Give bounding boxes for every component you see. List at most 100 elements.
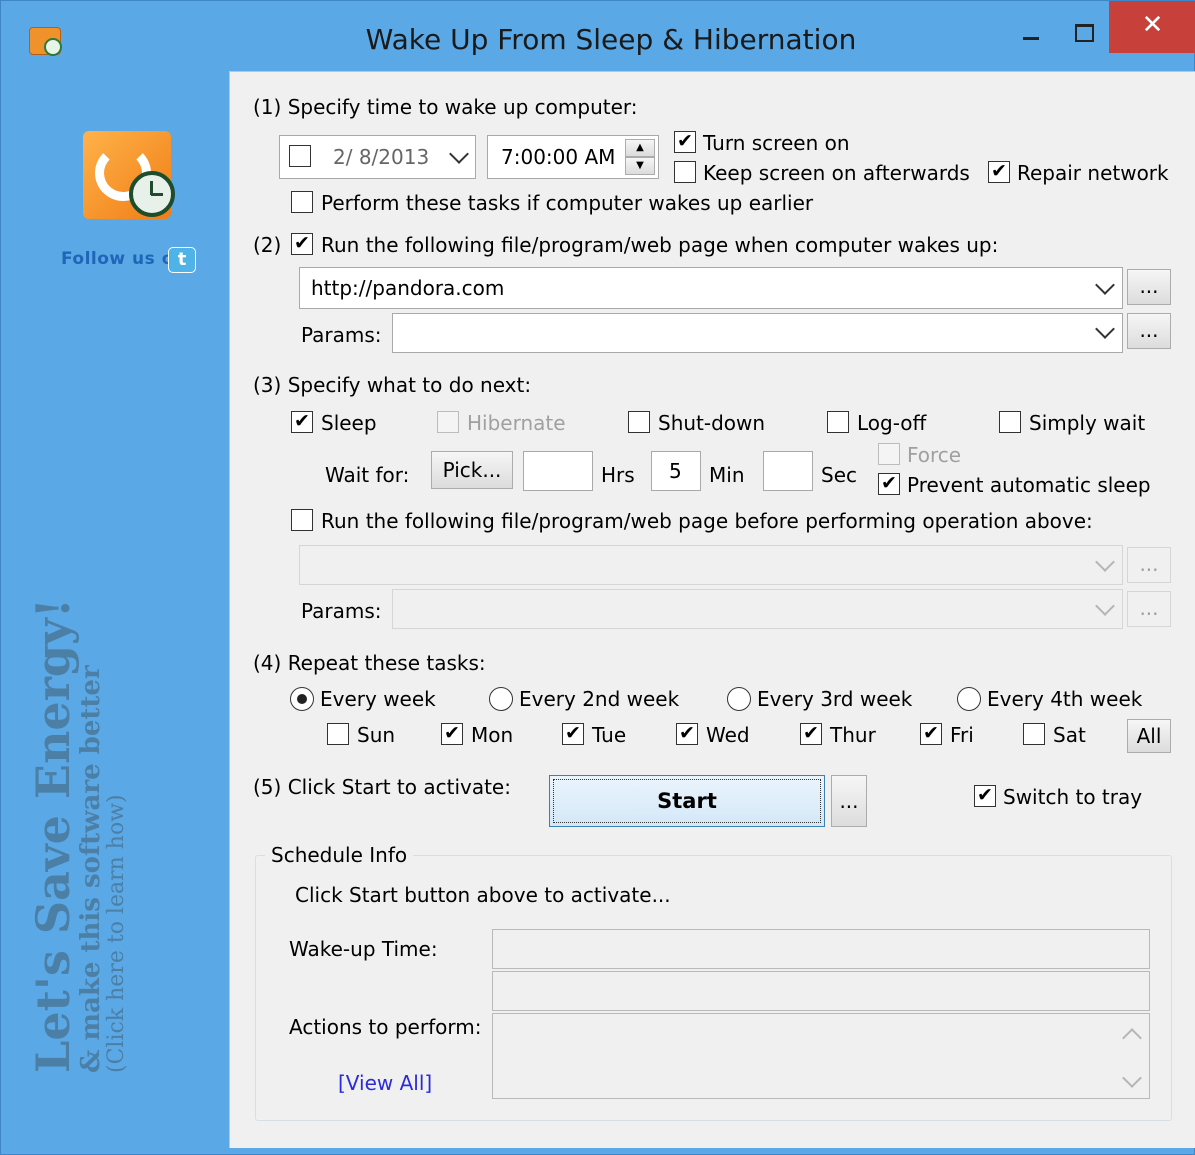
- minimize-button[interactable]: [1013, 15, 1059, 55]
- force-checkbox[interactable]: [878, 443, 900, 465]
- day-sun-checkbox[interactable]: [327, 723, 349, 745]
- day-mon-checkbox[interactable]: ✔: [441, 723, 463, 745]
- every-4th-week-label: Every 4th week: [987, 687, 1143, 711]
- app-logo-icon: [83, 131, 175, 219]
- wake-up-time-label: Wake-up Time:: [289, 937, 438, 961]
- run-before-params-label: Params:: [301, 599, 382, 623]
- keep-screen-on-checkbox[interactable]: [674, 161, 696, 183]
- date-enable-checkbox[interactable]: [289, 145, 311, 167]
- every-4th-week-radio[interactable]: [957, 687, 981, 711]
- time-value: 7:00:00 AM: [501, 145, 616, 169]
- schedule-info-title: Schedule Info: [265, 843, 414, 867]
- minutes-label: Min: [709, 463, 745, 487]
- repair-network-checkbox[interactable]: ✔: [988, 161, 1010, 183]
- actions-list[interactable]: [492, 1013, 1150, 1099]
- hibernate-checkbox[interactable]: [437, 411, 459, 433]
- every-2nd-week-radio[interactable]: [489, 687, 513, 711]
- schedule-message: Click Start button above to activate...: [295, 883, 671, 907]
- run-before-combobox[interactable]: [299, 545, 1123, 585]
- section2-heading: (2): [253, 233, 282, 257]
- hours-label: Hrs: [601, 463, 635, 487]
- twitter-icon[interactable]: t: [168, 247, 196, 273]
- date-value: 2/ 8/2013: [333, 145, 430, 169]
- repair-network-label: Repair network: [1017, 161, 1169, 185]
- day-fri-label: Fri: [950, 723, 974, 747]
- time-down-arrow-icon[interactable]: ▼: [625, 157, 655, 175]
- simply-wait-checkbox[interactable]: [999, 411, 1021, 433]
- every-week-label: Every week: [320, 687, 436, 711]
- logoff-checkbox[interactable]: [827, 411, 849, 433]
- logoff-label: Log-off: [857, 411, 927, 435]
- hours-input[interactable]: [523, 451, 593, 491]
- shutdown-label: Shut-down: [658, 411, 766, 435]
- day-fri-checkbox[interactable]: ✔: [920, 723, 942, 745]
- actions-to-perform-label: Actions to perform:: [289, 1015, 482, 1039]
- force-label: Force: [907, 443, 962, 467]
- day-tue-checkbox[interactable]: ✔: [562, 723, 584, 745]
- every-3rd-week-label: Every 3rd week: [757, 687, 913, 711]
- wake-up-time-field: [492, 929, 1150, 969]
- promo-hint: (Click here to learn how): [104, 794, 129, 1073]
- section5-heading: (5) Click Start to activate:: [253, 775, 511, 799]
- every-2nd-week-label: Every 2nd week: [519, 687, 680, 711]
- switch-to-tray-checkbox[interactable]: ✔: [974, 785, 996, 807]
- section1-heading: (1) Specify time to wake up computer:: [253, 95, 638, 119]
- maximize-button[interactable]: [1061, 15, 1107, 55]
- wait-for-label: Wait for:: [325, 463, 410, 487]
- hibernate-label: Hibernate: [467, 411, 566, 435]
- day-tue-label: Tue: [592, 723, 627, 747]
- browse-params-button[interactable]: ...: [1127, 313, 1171, 349]
- day-wed-checkbox[interactable]: ✔: [676, 723, 698, 745]
- side-panel: Follow us on t Let's Save Energy! & make…: [11, 73, 229, 1148]
- prevent-sleep-label: Prevent automatic sleep: [907, 473, 1151, 497]
- sleep-checkbox[interactable]: ✔: [291, 411, 313, 433]
- turn-screen-on-label: Turn screen on: [703, 131, 850, 155]
- seconds-label: Sec: [821, 463, 857, 487]
- shutdown-checkbox[interactable]: [628, 411, 650, 433]
- save-energy-promo[interactable]: Let's Save Energy! & make this software …: [26, 598, 159, 1073]
- pick-button[interactable]: Pick...: [431, 451, 513, 489]
- day-sat-label: Sat: [1053, 723, 1086, 747]
- section4-heading: (4) Repeat these tasks:: [253, 651, 486, 675]
- every-3rd-week-radio[interactable]: [727, 687, 751, 711]
- day-thur-label: Thur: [830, 723, 876, 747]
- title-bar: Wake Up From Sleep & Hibernation ✕: [1, 1, 1195, 73]
- day-sat-checkbox[interactable]: [1023, 723, 1045, 745]
- run-before-checkbox[interactable]: [291, 509, 313, 531]
- start-button[interactable]: Start: [549, 775, 825, 827]
- view-all-link[interactable]: [View All]: [338, 1071, 432, 1095]
- run-on-wake-checkbox[interactable]: ✔: [291, 233, 313, 255]
- browse-program-button[interactable]: ...: [1127, 269, 1171, 305]
- browse-run-before-params-button[interactable]: ...: [1127, 591, 1171, 627]
- keep-screen-on-label: Keep screen on afterwards: [703, 161, 970, 185]
- switch-to-tray-label: Switch to tray: [1003, 785, 1143, 809]
- wake-up-time-field-2: [492, 971, 1150, 1011]
- wake-program-value: http://pandora.com: [311, 276, 505, 300]
- clock-icon: [129, 171, 175, 217]
- minutes-value: 5: [669, 459, 682, 483]
- day-sun-label: Sun: [357, 723, 396, 747]
- browse-run-before-button[interactable]: ...: [1127, 547, 1171, 583]
- seconds-input[interactable]: [763, 451, 813, 491]
- run-before-label: Run the following file/program/web page …: [321, 509, 1093, 533]
- day-wed-label: Wed: [706, 723, 750, 747]
- close-button[interactable]: ✕: [1109, 1, 1195, 53]
- day-mon-label: Mon: [471, 723, 514, 747]
- select-all-days-button[interactable]: All: [1127, 719, 1171, 753]
- turn-screen-on-checkbox[interactable]: ✔: [674, 131, 696, 153]
- day-thur-checkbox[interactable]: ✔: [800, 723, 822, 745]
- perform-if-earlier-checkbox[interactable]: [291, 191, 313, 213]
- run-before-params-combobox[interactable]: [392, 589, 1123, 629]
- params-label: Params:: [301, 323, 382, 347]
- start-options-button[interactable]: ...: [831, 775, 867, 827]
- section3-heading: (3) Specify what to do next:: [253, 373, 532, 397]
- app-window: Wake Up From Sleep & Hibernation ✕ Follo…: [0, 0, 1195, 1155]
- every-week-radio[interactable]: [290, 687, 314, 711]
- prevent-sleep-checkbox[interactable]: ✔: [878, 473, 900, 495]
- params-combobox[interactable]: [392, 313, 1123, 353]
- sleep-label: Sleep: [321, 411, 377, 435]
- run-on-wake-label: Run the following file/program/web page …: [321, 233, 999, 257]
- promo-headline: Let's Save Energy!: [26, 598, 80, 1073]
- perform-if-earlier-label: Perform these tasks if computer wakes up…: [321, 191, 814, 215]
- time-up-arrow-icon[interactable]: ▲: [625, 139, 655, 157]
